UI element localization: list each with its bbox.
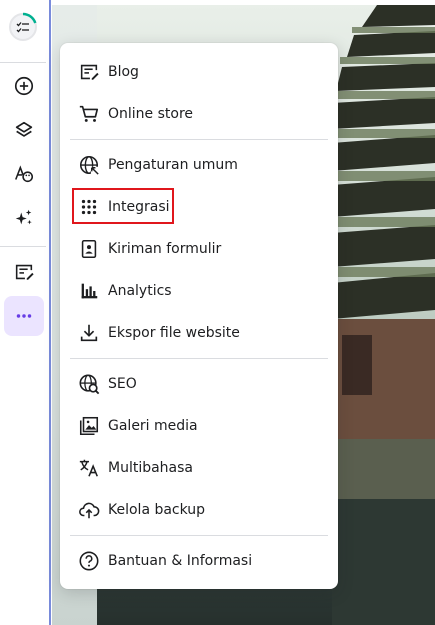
menu-item-label: Online store: [108, 106, 194, 122]
menu-item-label: Blog: [108, 64, 139, 80]
menu-divider: [70, 358, 328, 359]
styles-icon: [15, 165, 34, 183]
bar-chart-icon: [78, 280, 100, 302]
editor-sidebar: [0, 0, 51, 625]
form-submission-icon: [78, 238, 100, 260]
add-element-button[interactable]: [4, 66, 44, 106]
highlight-box: [72, 188, 174, 224]
menu-item-label: Kelola backup: [108, 502, 206, 518]
menu-item-label: Galeri media: [108, 418, 198, 434]
menu-item-blog[interactable]: Blog: [60, 52, 338, 92]
menu-item-media-gallery[interactable]: Galeri media: [60, 406, 338, 446]
menu-divider: [70, 139, 328, 140]
ai-tools-icon: [15, 209, 32, 225]
translate-icon: [78, 457, 100, 479]
pagoda-image: [332, 5, 435, 625]
blog-edit-icon: [15, 264, 34, 280]
blog-edit-icon: [78, 61, 100, 83]
sidebar-divider: [0, 246, 46, 247]
globe-settings-icon: [78, 154, 100, 176]
menu-item-label: Multibahasa: [108, 460, 194, 476]
seo-search-icon: [78, 373, 100, 395]
add-element-icon: [14, 76, 34, 96]
menu-item-help-info[interactable]: Bantuan & Informasi: [60, 541, 338, 581]
menu-item-label: Ekspor file website: [108, 325, 240, 341]
menu-divider: [70, 535, 328, 536]
gallery-icon: [78, 415, 100, 437]
menu-item-online-store[interactable]: Online store: [60, 94, 338, 134]
layers-icon: [15, 121, 33, 137]
menu-item-analytics[interactable]: Analytics: [60, 271, 338, 311]
menu-item-multilanguage[interactable]: Multibahasa: [60, 448, 338, 488]
menu-item-export-website[interactable]: Ekspor file website: [60, 313, 338, 353]
layers-button[interactable]: [4, 110, 44, 150]
help-icon: [78, 550, 100, 572]
checklist-progress-icon: [9, 12, 37, 41]
cart-icon: [78, 103, 100, 125]
cloud-backup-icon: [78, 499, 100, 521]
menu-item-general-settings[interactable]: Pengaturan umum: [60, 145, 338, 185]
styles-button[interactable]: [4, 154, 44, 194]
download-icon: [78, 322, 100, 344]
menu-item-form-submissions[interactable]: Kiriman formulir: [60, 229, 338, 269]
more-icon: [16, 314, 32, 318]
sidebar-divider: [0, 62, 46, 63]
menu-item-label: SEO: [108, 376, 137, 392]
more-options-menu: Blog Online store Pengaturan umum Integr…: [60, 43, 338, 589]
menu-item-label: Kiriman formulir: [108, 241, 222, 257]
setup-progress-button[interactable]: [8, 12, 38, 42]
ai-tools-button[interactable]: [4, 198, 44, 238]
more-button[interactable]: [4, 296, 44, 336]
menu-item-label: Analytics: [108, 283, 172, 299]
menu-item-seo[interactable]: SEO: [60, 364, 338, 404]
menu-item-manage-backup[interactable]: Kelola backup: [60, 490, 338, 530]
menu-item-label: Bantuan & Informasi: [108, 553, 253, 569]
blog-button[interactable]: [4, 252, 44, 292]
menu-item-label: Pengaturan umum: [108, 157, 238, 173]
